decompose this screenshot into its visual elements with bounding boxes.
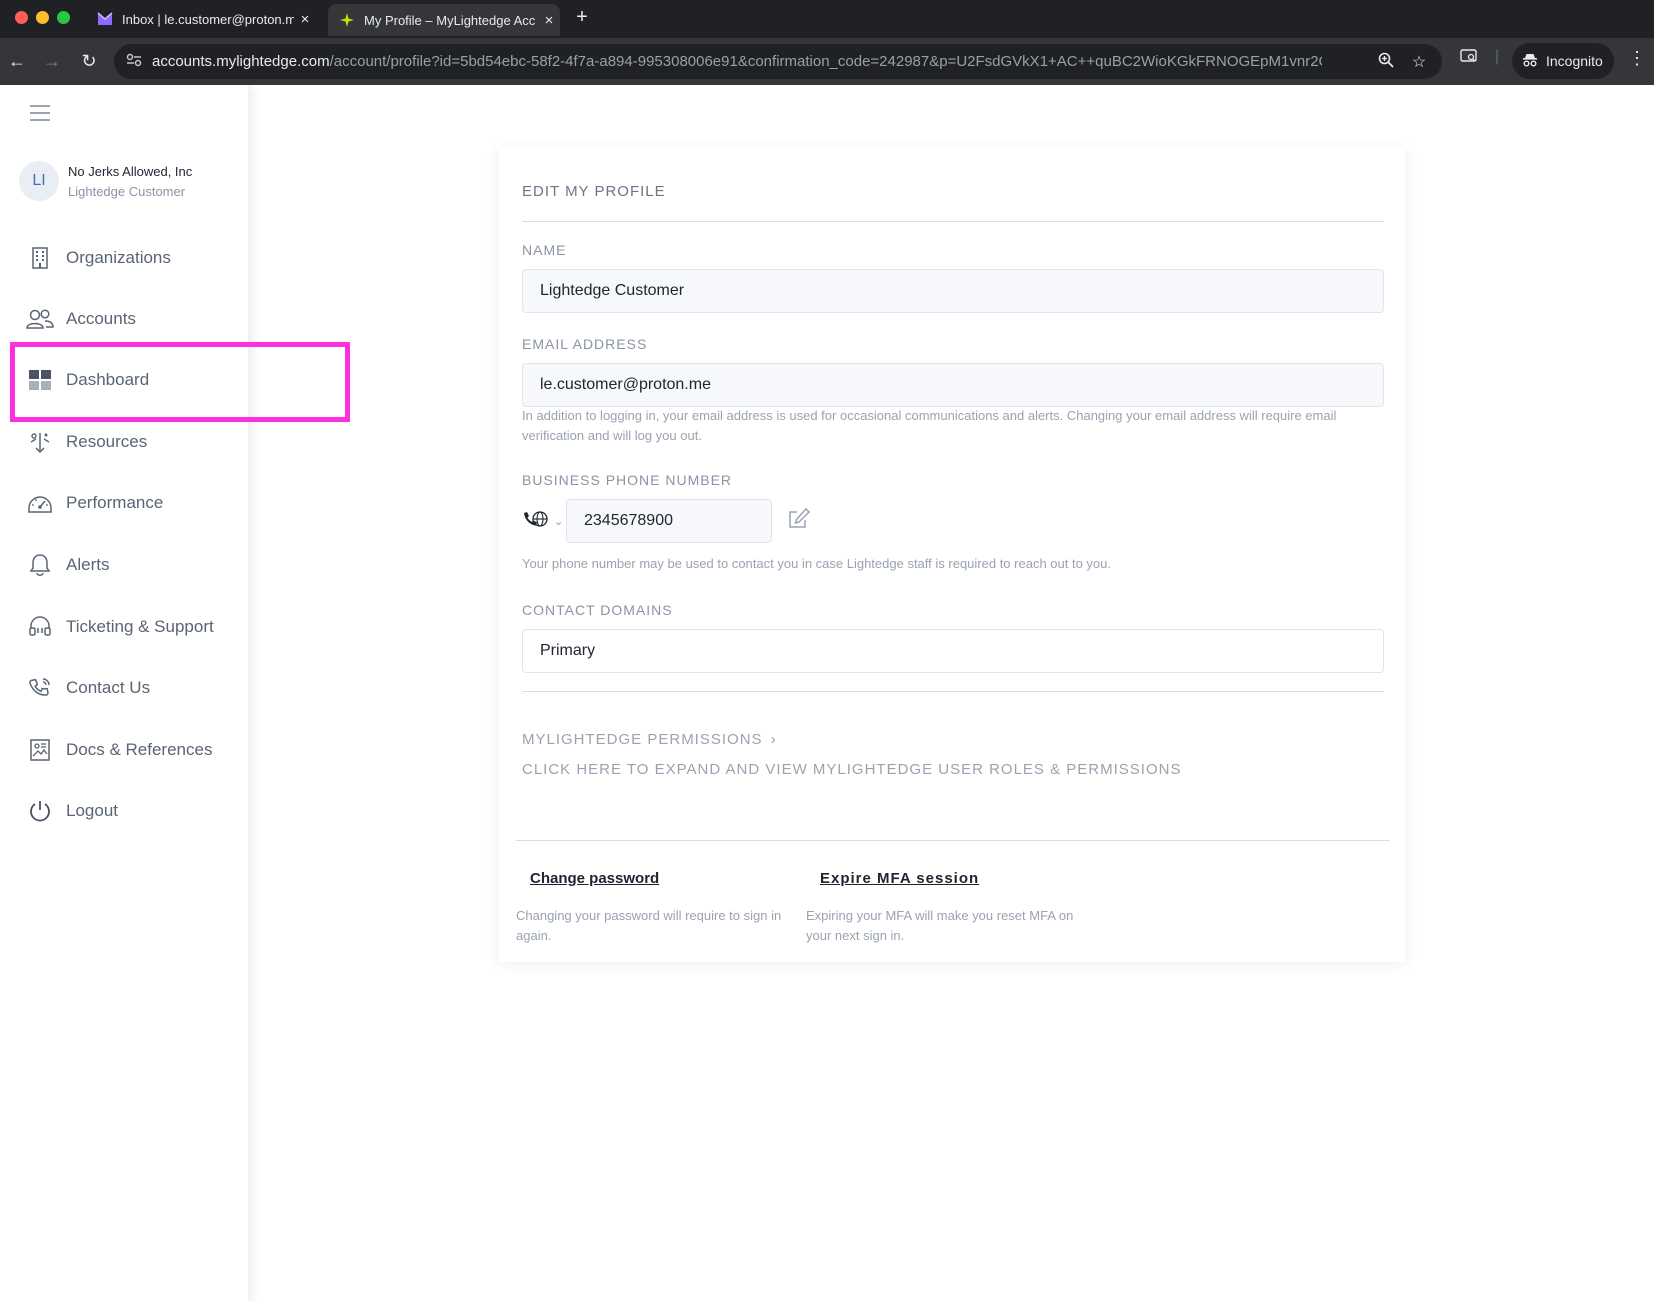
site-settings-icon[interactable] (124, 52, 144, 72)
divider (522, 691, 1384, 692)
organization-name: No Jerks Allowed, Inc (68, 163, 193, 179)
change-password-link[interactable]: Change password (530, 870, 659, 887)
browser-chrome: Inbox | le.customer@proton.m × My Profil… (0, 0, 1654, 85)
headset-icon (26, 613, 54, 641)
document-icon (26, 736, 54, 764)
tab-inbox[interactable]: Inbox | le.customer@proton.m × (86, 4, 316, 34)
sidebar-item-docs-references[interactable]: Docs & References (26, 732, 236, 768)
back-icon[interactable]: ← (4, 48, 30, 74)
contact-domains-label: CONTACT DOMAINS (522, 602, 673, 618)
phone-ring-icon (26, 674, 54, 702)
hamburger-menu-icon[interactable] (30, 105, 50, 121)
sidebar-item-accounts[interactable]: Accounts (26, 301, 236, 337)
sidebar-item-label: Organizations (66, 248, 171, 267)
user-summary: LI No Jerks Allowed, Inc Lightedge Custo… (19, 161, 192, 201)
phone-globe-icon (522, 509, 552, 534)
users-icon (26, 305, 54, 333)
phone-number-field[interactable]: 2345678900 (566, 499, 772, 543)
power-icon (26, 797, 54, 825)
sidebar-item-resources[interactable]: Resources (26, 424, 236, 460)
new-tab-button[interactable]: + (570, 6, 594, 29)
change-password-help: Changing your password will require to s… (516, 908, 782, 943)
dashboard-highlight-box (10, 342, 350, 422)
phone-country-selector[interactable]: ⌄ (522, 508, 566, 534)
toolbar-divider: | (1494, 48, 1500, 65)
sidebar-item-ticketing-support[interactable]: Ticketing & Support (26, 609, 236, 645)
incognito-label: Incognito (1546, 53, 1603, 69)
gauge-icon (26, 489, 54, 517)
address-bar[interactable]: accounts.mylightedge.com/account/profile… (114, 44, 1442, 79)
sidebar-item-label: Alerts (66, 555, 110, 574)
sidebar: LI No Jerks Allowed, Inc Lightedge Custo… (0, 85, 248, 1302)
sidebar-item-label: Logout (66, 801, 118, 820)
divider (522, 221, 1384, 222)
sidebar-item-logout[interactable]: Logout (26, 793, 236, 829)
tab-search-icon[interactable] (1458, 48, 1480, 69)
permissions-toggle[interactable]: MYLIGHTEDGE PERMISSIONS › (522, 731, 777, 748)
close-window-button[interactable] (15, 11, 28, 24)
page-title: EDIT MY PROFILE (522, 183, 666, 200)
sidebar-item-label: Resources (66, 432, 148, 451)
incognito-icon (1522, 53, 1538, 70)
sidebar-item-label: Docs & References (66, 740, 213, 759)
browser-toolbar: ← → ↻ accounts.mylightedge.com/account/p… (0, 38, 1654, 85)
sidebar-item-label: Ticketing & Support (66, 617, 214, 636)
browser-menu-icon[interactable]: ⋮ (1628, 48, 1646, 69)
sidebar-item-label: Contact Us (66, 678, 151, 697)
zoom-icon[interactable] (1376, 52, 1396, 73)
contact-domains-field[interactable]: Primary (522, 629, 1384, 673)
forward-icon[interactable]: → (39, 48, 65, 74)
sidebar-item-organizations[interactable]: Organizations (26, 240, 236, 276)
email-label: EMAIL ADDRESS (522, 336, 648, 352)
user-role: Lightedge Customer (68, 183, 186, 199)
building-icon (26, 244, 54, 272)
expire-mfa-link[interactable]: Expire MFA session (820, 870, 979, 887)
sidebar-item-alerts[interactable]: Alerts (26, 547, 236, 583)
phone-help-text: Your phone number may be used to contact… (522, 556, 1111, 571)
chevron-down-icon: ⌄ (554, 515, 564, 528)
expire-mfa-help: Expiring your MFA will make you reset MF… (806, 908, 1074, 943)
permissions-expand-link[interactable]: CLICK HERE TO EXPAND AND VIEW MYLIGHTEDG… (522, 761, 1181, 778)
edit-icon[interactable] (787, 507, 813, 533)
sidebar-item-performance[interactable]: Performance (26, 485, 236, 521)
phone-label: BUSINESS PHONE NUMBER (522, 472, 733, 488)
name-field[interactable]: Lightedge Customer (522, 269, 1384, 313)
avatar: LI (19, 161, 59, 201)
tab-title: My Profile – MyLightedge Acc (364, 12, 536, 28)
divider (516, 840, 1390, 841)
proton-mail-icon (96, 10, 114, 28)
edit-profile-card: EDIT MY PROFILE NAME Lightedge Customer … (499, 147, 1405, 962)
minimize-window-button[interactable] (36, 11, 49, 24)
bookmark-star-icon[interactable]: ☆ (1409, 52, 1429, 72)
bell-icon (26, 551, 54, 579)
tab-title: Inbox | le.customer@proton.m (122, 11, 294, 27)
resources-icon (26, 428, 54, 456)
email-field[interactable]: le.customer@proton.me (522, 363, 1384, 407)
chevron-right-icon: › (770, 731, 777, 748)
close-tab-icon[interactable]: × (538, 12, 560, 29)
maximize-window-button[interactable] (57, 11, 70, 24)
email-help-text: In addition to logging in, your email ad… (522, 408, 1337, 443)
close-tab-icon[interactable]: × (294, 11, 316, 28)
url-text: accounts.mylightedge.com/account/profile… (152, 53, 1322, 70)
tab-my-profile[interactable]: My Profile – MyLightedge Acc × (328, 4, 560, 36)
reload-icon[interactable]: ↻ (76, 48, 102, 74)
incognito-indicator[interactable]: Incognito (1512, 43, 1614, 79)
lightedge-icon (338, 11, 356, 29)
sidebar-item-contact-us[interactable]: Contact Us (26, 670, 236, 706)
permissions-title: MYLIGHTEDGE PERMISSIONS (522, 731, 763, 748)
name-label: NAME (522, 242, 567, 258)
sidebar-item-label: Performance (66, 493, 164, 512)
sidebar-item-label: Accounts (66, 309, 136, 328)
